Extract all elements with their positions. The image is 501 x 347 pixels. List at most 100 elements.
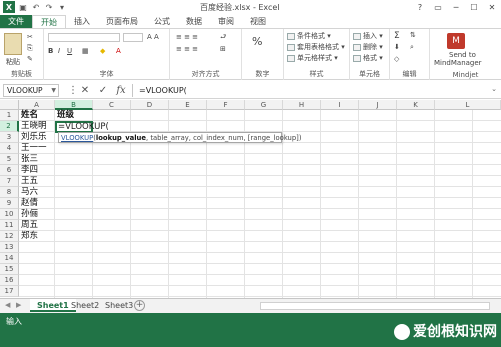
cancel-icon[interactable]: ✕ (78, 84, 92, 97)
send-to-label[interactable]: Send to (449, 51, 476, 59)
minimize-icon[interactable]: ─ (447, 0, 465, 14)
percent-icon[interactable]: % (252, 35, 262, 48)
insert-cells-button[interactable]: 插入 ▾ (353, 31, 383, 41)
font-size-combo[interactable] (123, 33, 143, 42)
bold-icon[interactable]: B (48, 47, 53, 55)
redo-icon[interactable]: ↷ (44, 2, 54, 12)
cell-a7[interactable]: 王五 (19, 176, 38, 187)
col-header-d[interactable]: D (131, 100, 169, 110)
cell-a9[interactable]: 赵倩 (19, 198, 38, 209)
add-sheet-button[interactable]: + (134, 300, 145, 311)
col-header-h[interactable]: H (283, 100, 321, 110)
col-header-l[interactable]: L (435, 100, 501, 110)
row-header[interactable]: 6 (0, 165, 19, 176)
find-select-icon[interactable]: ⌕ (410, 43, 414, 52)
cell-styles-button[interactable]: 单元格样式 ▾ (287, 53, 338, 63)
next-sheet-icon[interactable]: ▶ (16, 301, 21, 309)
row-header[interactable]: 2 (0, 121, 19, 132)
tab-file[interactable]: 文件 (0, 15, 32, 28)
row-header[interactable]: 8 (0, 187, 19, 198)
row-header[interactable]: 7 (0, 176, 19, 187)
col-header-e[interactable]: E (169, 100, 207, 110)
tab-data[interactable]: 数据 (178, 15, 210, 28)
undo-icon[interactable]: ↶ (31, 2, 41, 12)
mindmanager-icon[interactable]: M (447, 33, 465, 49)
format-cells-button[interactable]: 格式 ▾ (353, 53, 383, 63)
close-icon[interactable]: ✕ (483, 0, 501, 14)
copy-icon[interactable]: ⎘ (27, 44, 33, 53)
col-header-b[interactable]: B (55, 100, 93, 110)
mindmanager-button[interactable]: MindManager (434, 59, 482, 67)
merge-icon[interactable]: ⊞ (220, 45, 226, 53)
col-header-a[interactable]: A (19, 100, 55, 110)
maximize-icon[interactable]: ☐ (465, 0, 483, 14)
expand-formula-icon[interactable]: ⌄ (491, 85, 497, 93)
clear-icon[interactable]: ◇ (394, 55, 399, 63)
row-header[interactable]: 15 (0, 264, 19, 275)
cell-a6[interactable]: 李四 (19, 165, 38, 176)
enter-icon[interactable]: ✓ (96, 84, 110, 97)
tab-home[interactable]: 开始 (32, 15, 66, 28)
customize-icon[interactable]: ▾ (57, 2, 67, 12)
row-header[interactable]: 1 (0, 110, 19, 121)
horizontal-scrollbar[interactable] (260, 302, 490, 310)
save-icon[interactable]: ▣ (18, 2, 28, 12)
help-icon[interactable]: ? (411, 0, 429, 14)
col-header-j[interactable]: J (359, 100, 397, 110)
grow-font-icon[interactable]: A A (147, 33, 159, 41)
tab-insert[interactable]: 插入 (66, 15, 98, 28)
worksheet-grid[interactable]: A B C D E F G H I J K L 1 2 3 4 5 6 7 8 … (0, 100, 501, 298)
cell-a11[interactable]: 周五 (19, 220, 38, 231)
insert-function-icon[interactable]: fx (114, 84, 128, 97)
ribbon-display-icon[interactable]: ▭ (429, 0, 447, 14)
col-header-f[interactable]: F (207, 100, 245, 110)
wrap-text-icon[interactable]: ⮐ (220, 33, 226, 44)
sort-filter-icon[interactable]: ⇅ (410, 31, 416, 39)
cell-b1[interactable]: 班级 (55, 110, 74, 121)
font-name-combo[interactable] (48, 33, 120, 42)
row-header[interactable]: 9 (0, 198, 19, 209)
col-header-g[interactable]: G (245, 100, 283, 110)
paste-icon[interactable] (4, 33, 22, 55)
fill-color-icon[interactable]: ◆ (100, 47, 105, 55)
row-header[interactable]: 11 (0, 220, 19, 231)
format-painter-icon[interactable]: ✎ (27, 55, 33, 63)
cell-a2[interactable]: 王晓明 (19, 121, 47, 132)
cell-a10[interactable]: 孙俪 (19, 209, 38, 220)
col-header-i[interactable]: I (321, 100, 359, 110)
cell-a3[interactable]: 刘乐乐 (19, 132, 47, 143)
format-as-table-button[interactable]: 套用表格格式 ▾ (287, 42, 345, 52)
row-header[interactable]: 3 (0, 132, 19, 143)
row-header[interactable]: 14 (0, 253, 19, 264)
chevron-down-icon[interactable]: ▼ (51, 85, 56, 96)
underline-icon[interactable]: U (67, 47, 72, 55)
cut-icon[interactable]: ✂ (27, 33, 33, 41)
tab-review[interactable]: 审阅 (210, 15, 242, 28)
tab-view[interactable]: 视图 (242, 15, 274, 28)
font-color-icon[interactable]: A (116, 47, 121, 55)
paste-button[interactable]: 粘贴 (6, 57, 20, 67)
row-header[interactable]: 13 (0, 242, 19, 253)
select-all-corner[interactable] (0, 100, 19, 110)
cell-a8[interactable]: 马六 (19, 187, 38, 198)
row-header[interactable]: 12 (0, 231, 19, 242)
delete-cells-button[interactable]: 删除 ▾ (353, 42, 383, 52)
name-box[interactable]: VLOOKUP ▼ (3, 84, 59, 97)
row-header[interactable]: 16 (0, 275, 19, 286)
row-header[interactable]: 4 (0, 143, 19, 154)
formula-input[interactable]: =VLOOKUP( (132, 84, 482, 97)
col-header-c[interactable]: C (93, 100, 131, 110)
cell-a4[interactable]: 王一一 (19, 143, 47, 154)
cell-a12[interactable]: 郑东 (19, 231, 38, 242)
autosum-icon[interactable]: Σ (394, 31, 400, 41)
prev-sheet-icon[interactable]: ◀ (5, 301, 10, 309)
row-header[interactable]: 5 (0, 154, 19, 165)
fill-icon[interactable]: ⬇ (394, 43, 400, 51)
tab-formulas[interactable]: 公式 (146, 15, 178, 28)
cell-a5[interactable]: 张三 (19, 154, 38, 165)
border-icon[interactable]: ▦ (82, 47, 89, 55)
tooltip-function-name[interactable]: VLOOKUP (61, 134, 93, 142)
italic-icon[interactable]: I (58, 47, 60, 55)
align-top-icon[interactable]: ≡ ≡ ≡ (176, 33, 198, 41)
row-header[interactable]: 10 (0, 209, 19, 220)
